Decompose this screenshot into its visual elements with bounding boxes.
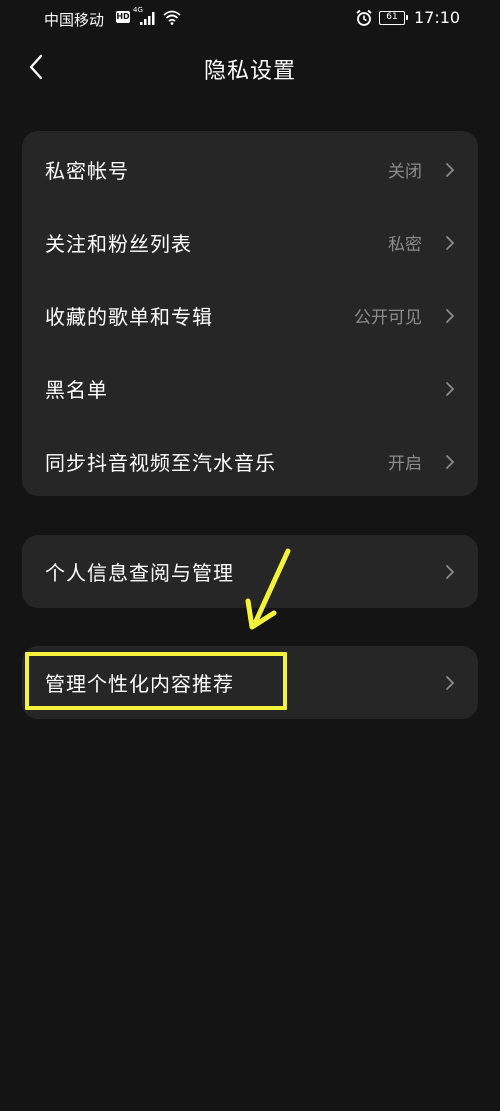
- setting-row-follow-list[interactable]: 关注和粉丝列表 私密: [22, 206, 478, 279]
- chevron-right-icon: [446, 308, 454, 323]
- privacy-options-card: 私密帐号 关闭 关注和粉丝列表 私密 收藏的歌单和专辑 公开可见 黑名单 同步抖…: [22, 131, 478, 496]
- row-value: 关闭: [388, 162, 422, 182]
- chevron-right-icon: [446, 454, 454, 469]
- battery-indicator: 61: [379, 11, 408, 25]
- setting-row-blacklist[interactable]: 黑名单: [22, 352, 478, 425]
- alarm-icon: [356, 9, 372, 26]
- carrier-label: 中国移动: [44, 11, 105, 29]
- chevron-right-icon: [446, 675, 454, 690]
- page-title: 隐私设置: [203, 59, 296, 84]
- row-value: 公开可见: [354, 308, 422, 328]
- wifi-icon: [163, 10, 181, 25]
- row-value: 私密: [388, 235, 422, 255]
- row-label: 私密帐号: [45, 159, 129, 183]
- annotation-highlight-box: [25, 652, 287, 710]
- annotation-arrow-icon: [245, 548, 291, 630]
- chevron-right-icon: [446, 381, 454, 396]
- privacy-settings-screen: 中国移动 HD 4G 61 17:10 隐私设置 私密帐号 关闭 关注和粉丝列表…: [0, 0, 500, 1111]
- row-label: 同步抖音视频至汽水音乐: [45, 451, 276, 475]
- row-value: 开启: [388, 454, 422, 474]
- setting-row-collections[interactable]: 收藏的歌单和专辑 公开可见: [22, 279, 478, 352]
- status-time: 17:10: [414, 8, 461, 27]
- setting-row-sync-videos[interactable]: 同步抖音视频至汽水音乐 开启: [22, 425, 478, 498]
- chevron-right-icon: [446, 564, 454, 579]
- hd-badge: HD: [116, 11, 130, 23]
- status-bar: 中国移动 HD 4G 61 17:10: [0, 0, 500, 38]
- chevron-right-icon: [446, 162, 454, 177]
- chevron-right-icon: [446, 235, 454, 250]
- row-label: 收藏的歌单和专辑: [45, 305, 213, 329]
- row-label: 黑名单: [45, 378, 108, 402]
- row-label: 关注和粉丝列表: [45, 232, 192, 256]
- row-label: 个人信息查阅与管理: [45, 561, 234, 585]
- setting-row-private-account[interactable]: 私密帐号 关闭: [22, 133, 478, 206]
- signal-icon: [140, 12, 155, 25]
